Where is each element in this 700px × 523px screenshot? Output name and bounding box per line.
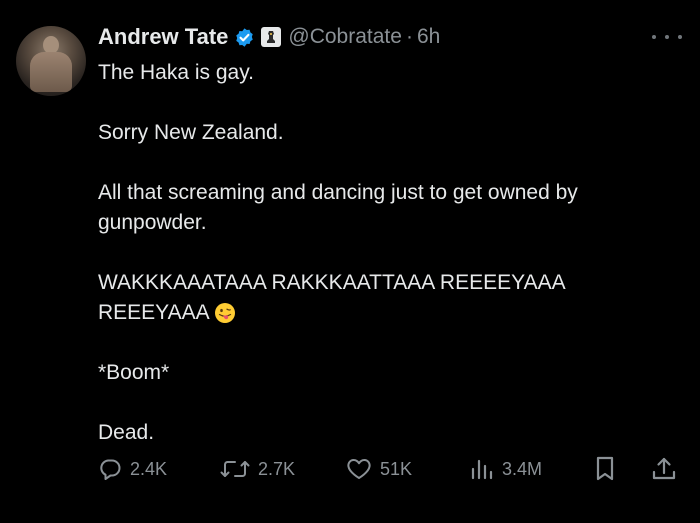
author-name[interactable]: Andrew Tate [98, 24, 228, 50]
action-bar: 2.4K 2.7K 51K 3.4M [98, 452, 680, 486]
tweet-header: Andrew Tate @Cobratate · 6h [98, 22, 440, 52]
avatar[interactable] [16, 26, 86, 96]
tweet-line: WAKKKAAATAAA RAKKKAATTAAA REEEEYAAA [98, 271, 566, 294]
tweet-line: *Boom* [98, 361, 170, 384]
header-separator: · [405, 25, 413, 48]
bookmark-button[interactable] [594, 452, 616, 486]
heart-icon [346, 457, 372, 481]
tweet-line: The Haka is gay. [98, 61, 255, 84]
like-button[interactable]: 51K [346, 452, 412, 486]
share-button[interactable] [651, 452, 677, 486]
reply-count: 2.4K [130, 458, 168, 479]
tweet-line-with-emoji: REEEYAAA [98, 298, 678, 328]
views-count: 3.4M [502, 458, 543, 479]
verified-badge-icon[interactable] [234, 27, 255, 48]
tweet: Andrew Tate @Cobratate · 6h The Haka is … [0, 0, 700, 523]
tweet-text: The Haka is gay. Sorry New Zealand. All … [98, 58, 678, 448]
more-options-icon[interactable] [652, 30, 682, 44]
affiliate-badge-icon[interactable] [261, 27, 282, 47]
retweet-icon [220, 457, 250, 481]
reply-icon [98, 457, 122, 481]
retweet-count: 2.7K [258, 458, 296, 479]
views-bar-chart-icon [470, 457, 494, 481]
reply-button[interactable]: 2.4K [98, 452, 167, 486]
tweet-line: All that screaming and dancing just to g… [98, 181, 578, 204]
tweet-line: Dead. [98, 421, 155, 444]
bookmark-icon [594, 456, 616, 482]
like-count: 51K [380, 458, 413, 479]
tweet-line: gunpowder. [98, 211, 207, 234]
author-handle[interactable]: @Cobratate [288, 25, 402, 49]
tweet-line-text: REEEYAAA [98, 301, 210, 324]
face-with-tongue-emoji [214, 302, 236, 324]
tweet-timestamp[interactable]: 6h [417, 25, 440, 49]
avatar-torso [30, 52, 72, 92]
retweet-button[interactable]: 2.7K [220, 452, 295, 486]
views-button[interactable]: 3.4M [470, 452, 542, 486]
tweet-line: Sorry New Zealand. [98, 121, 284, 144]
share-icon [651, 456, 677, 482]
